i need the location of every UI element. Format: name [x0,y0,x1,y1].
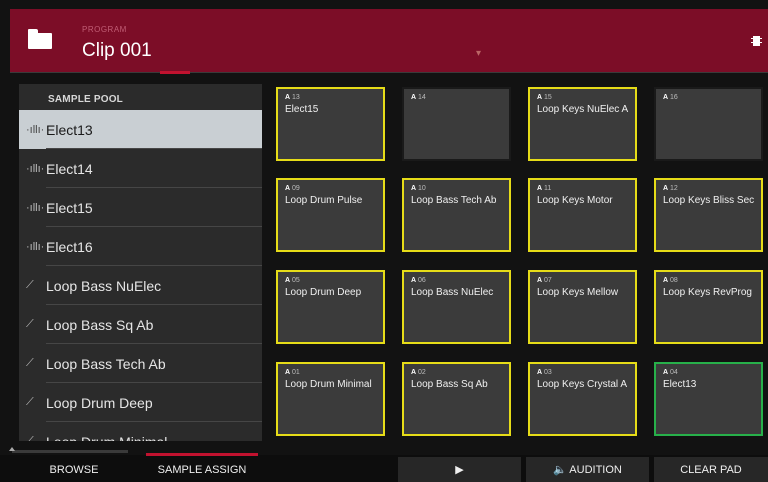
chip-icon[interactable] [751,36,762,46]
browse-button-label: BROWSE [49,463,99,476]
pad-A04[interactable]: A 04 Elect13 [654,362,763,436]
sample-pool-item[interactable]: ·ıllı· Elect14 [19,149,262,188]
pad-sample-name: Loop Keys RevProg [663,287,752,298]
sample-pool-item[interactable]: ·ıllı· Elect15 [19,188,262,227]
pad-number: A 13 [285,94,300,101]
audition-button-label: 🔈 AUDITION [553,464,622,476]
bottom-toolbar: BROWSE SAMPLE ASSIGN ▶ 🔈 AUDITION CLEAR … [0,453,768,482]
pad-sample-name: Loop Keys Mellow [537,287,619,298]
pad-A05[interactable]: A 05 Loop Drum Deep [276,270,385,344]
sample-pool-item-label: Loop Drum Deep [46,394,153,411]
play-button[interactable]: ▶ [398,457,521,482]
pad-A07[interactable]: A 07 Loop Keys Mellow [528,270,637,344]
audition-button[interactable]: 🔈 AUDITION [526,457,649,482]
pad-A10[interactable]: A 10 Loop Bass Tech Ab [402,178,511,252]
pad-sample-name: Loop Bass Tech Ab [411,195,497,206]
pad-sample-name: Loop Keys Bliss Sec [663,195,755,206]
pad-number: A 01 [285,369,300,376]
pad-number: A 16 [663,94,678,101]
pad-number: A 10 [411,185,426,192]
play-icon: ▶ [455,464,464,476]
pad-number: A 15 [537,94,552,101]
sample-pool-item[interactable]: ·ıllı· Elect13 [19,110,262,149]
pad-number: A 05 [285,277,300,284]
loop-icon: ⟋ [26,396,34,408]
pad-number: A 08 [663,277,678,284]
pad-A02[interactable]: A 02 Loop Bass Sq Ab [402,362,511,436]
clear-pad-button-label: CLEAR PAD [680,463,742,476]
sample-pool-item[interactable]: ⟋ Loop Bass Tech Ab [19,344,262,383]
pad-sample-name: Loop Drum Pulse [285,195,363,206]
pad-A15[interactable]: A 15 Loop Keys NuElec A [528,87,637,161]
pad-number: A 03 [537,369,552,376]
header-divider [10,71,768,74]
sample-pool-panel: SAMPLE POOL ·ıllı· Elect13 ·ıllı· Elect14 ·ı… [19,84,262,441]
sample-pool-item-label: Loop Bass Tech Ab [46,355,166,372]
waveform-icon: ·ıllı· [26,240,45,253]
pad-number: A 11 [537,185,552,192]
header-indicator: ▾ [476,48,482,59]
loop-icon: ⟋ [26,357,34,369]
pad-A12[interactable]: A 12 Loop Keys Bliss Sec [654,178,763,252]
pad-number: A 07 [537,277,552,284]
pad-sample-name: Loop Keys Crystal A [537,379,628,390]
pad-sample-name: Loop Drum Minimal [285,379,372,390]
program-header: PROGRAM Clip 001 ▾ [10,9,768,72]
pad-sample-name: Loop Bass Sq Ab [411,379,488,390]
pad-A11[interactable]: A 11 Loop Keys Motor [528,178,637,252]
pad-sample-name: Loop Drum Deep [285,287,362,298]
sample-assign-button-label: SAMPLE ASSIGN [157,463,247,476]
loop-icon: ⟋ [26,279,34,291]
sample-pool-item-label: Loop Drum Minimal [46,434,167,442]
pad-A09[interactable]: A 09 Loop Drum Pulse [276,178,385,252]
folder-icon[interactable] [28,29,52,49]
waveform-icon: ·ıllı· [26,162,45,175]
sample-pool-item[interactable]: ·ıllı· Elect16 [19,227,262,266]
program-label: PROGRAM [82,25,127,34]
sample-pool-item-label: Elect13 [46,121,93,138]
waveform-icon: ·ıllı· [26,123,45,136]
pad-sample-name: Loop Keys NuElec A [537,104,629,115]
sample-pool-item[interactable]: ⟋ Loop Bass Sq Ab [19,305,262,344]
sample-pool-item-label: Elect14 [46,160,93,177]
sample-assign-button[interactable]: SAMPLE ASSIGN [146,453,258,482]
sample-pool-item[interactable]: ⟋ Loop Bass NuElec [19,266,262,305]
pad-A16[interactable]: A 16 [654,87,763,161]
sample-pool-item-label: Elect15 [46,199,93,216]
pad-A14[interactable]: A 14 [402,87,511,161]
pad-sample-name: Elect13 [663,379,697,390]
scroll-indicator[interactable] [9,447,128,453]
pad-number: A 04 [663,369,678,376]
loop-icon: ⟋ [26,435,34,441]
pad-A01[interactable]: A 01 Loop Drum Minimal [276,362,385,436]
browse-button[interactable]: BROWSE [16,457,132,482]
pad-A06[interactable]: A 06 Loop Bass NuElec [402,270,511,344]
waveform-icon: ·ıllı· [26,201,45,214]
pad-A03[interactable]: A 03 Loop Keys Crystal A [528,362,637,436]
sample-pool-title: SAMPLE POOL [48,94,123,105]
pad-sample-name: Loop Keys Motor [537,195,613,206]
pad-number: A 14 [411,94,426,101]
sample-pool-item-label: Elect16 [46,238,93,255]
loop-icon: ⟋ [26,318,34,330]
sample-pool-item-label: Loop Bass NuElec [46,277,162,294]
pad-number: A 02 [411,369,426,376]
sample-pool-item[interactable]: ⟋ Loop Drum Deep [19,383,262,422]
clear-pad-button[interactable]: CLEAR PAD [654,457,768,482]
pad-sample-name: Elect15 [285,104,319,115]
pad-sample-name: Loop Bass NuElec [411,287,494,298]
pad-A08[interactable]: A 08 Loop Keys RevProg [654,270,763,344]
program-name[interactable]: Clip 001 [82,40,152,62]
sample-pool-item-label: Loop Bass Sq Ab [46,316,154,333]
pad-number: A 12 [663,185,678,192]
pad-A13[interactable]: A 13 Elect15 [276,87,385,161]
sample-pool-list: ·ıllı· Elect13 ·ıllı· Elect14 ·ıllı· Elect15 ·… [19,110,262,441]
pad-number: A 06 [411,277,426,284]
pad-number: A 09 [285,185,300,192]
sample-pool-item[interactable]: ⟋ Loop Drum Minimal [19,422,262,442]
